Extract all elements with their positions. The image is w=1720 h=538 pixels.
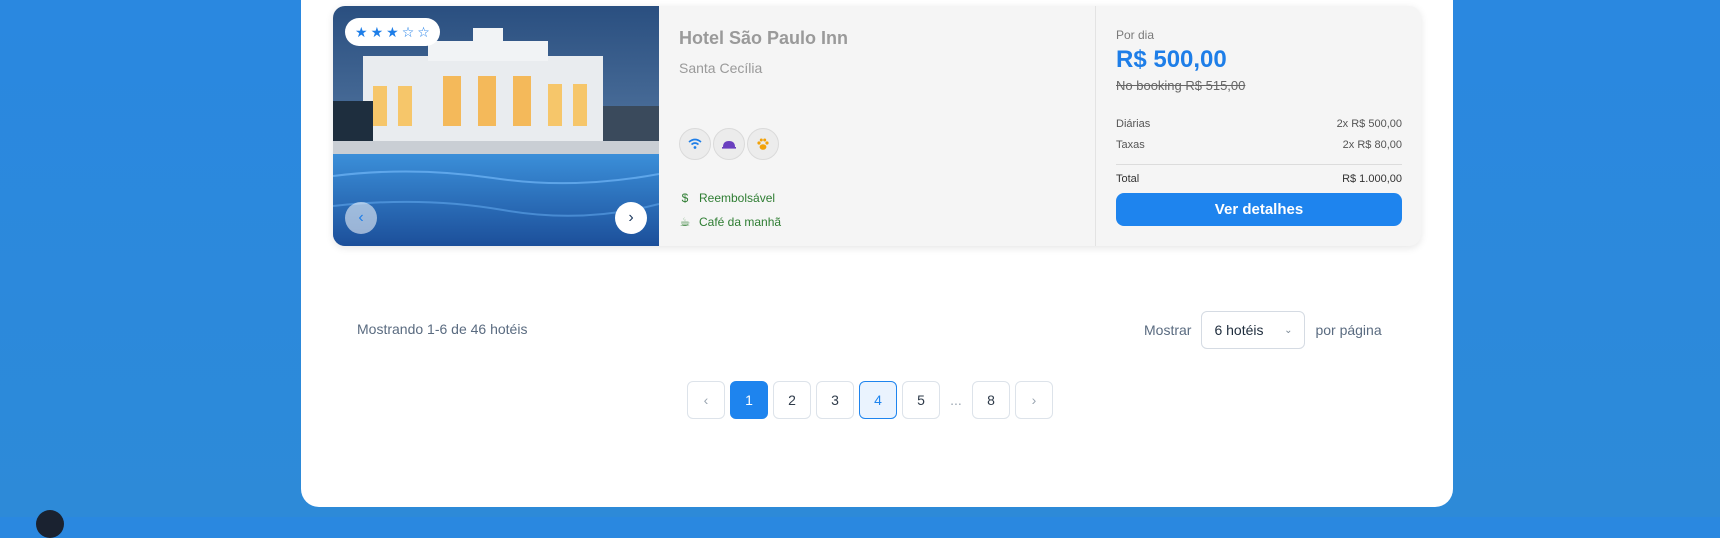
chevron-down-icon: ⌄ <box>1284 324 1293 336</box>
prev-page-button[interactable]: ‹ <box>687 381 725 419</box>
price-row: Diárias 2x R$ 500,00 <box>1116 118 1402 130</box>
per-page-control: Mostrar 6 hotéis ⌄ por página <box>1144 310 1382 350</box>
photo-prev-button[interactable]: ‹ <box>345 202 377 234</box>
page-button-1[interactable]: 1 <box>730 381 768 419</box>
page-button-5[interactable]: 5 <box>902 381 940 419</box>
booking-compare-price: No booking R$ 515,00 <box>1116 78 1246 93</box>
star-outline-icon: ☆ <box>401 23 415 40</box>
price-row-value: 2x R$ 500,00 <box>1336 118 1402 130</box>
feature-label: Café da manhã <box>699 215 782 229</box>
per-page-suffix: por página <box>1315 322 1382 338</box>
star-icon: ★ <box>355 23 368 40</box>
chevron-left-icon: ‹ <box>358 209 364 226</box>
wifi-icon <box>679 128 711 160</box>
page-button-2[interactable]: 2 <box>773 381 811 419</box>
chevron-right-icon: › <box>628 209 634 226</box>
pet-friendly-icon <box>747 128 779 160</box>
per-page-select[interactable]: 6 hotéis ⌄ <box>1201 311 1306 349</box>
room-service-icon <box>713 128 745 160</box>
feature-label: Reembolsável <box>699 191 776 205</box>
total-label: Total <box>1116 173 1140 185</box>
hotel-neighborhood: Santa Cecília <box>679 60 763 76</box>
results-summary: Mostrando 1-6 de 46 hotéis <box>357 321 528 337</box>
price-row-label: Taxas <box>1116 139 1145 151</box>
pagination-ellipsis: ... <box>950 392 962 408</box>
view-details-button[interactable]: Ver detalhes <box>1116 193 1402 226</box>
coffee-icon: ☕ <box>679 215 691 229</box>
show-label: Mostrar <box>1144 322 1192 338</box>
star-outline-icon: ☆ <box>417 23 430 40</box>
price-row-label: Diárias <box>1116 118 1151 130</box>
page-button-3[interactable]: 3 <box>816 381 854 419</box>
floating-avatar[interactable] <box>36 510 64 538</box>
hotel-name[interactable]: Hotel São Paulo Inn <box>679 28 848 49</box>
page-button-4[interactable]: 4 <box>859 381 897 419</box>
chevron-right-icon: › <box>1031 392 1037 408</box>
hotel-photo[interactable]: ★ ★ ★ ☆ ☆ ‹ › <box>333 6 659 246</box>
divider <box>1116 164 1402 165</box>
per-day-label: Por dia <box>1116 28 1155 42</box>
price-row-value: 2x R$ 80,00 <box>1342 139 1402 151</box>
feature-refundable: $ Reembolsável <box>679 191 775 205</box>
star-icon: ★ <box>370 23 384 40</box>
chevron-left-icon: ‹ <box>703 392 709 408</box>
total-value: R$ 1.000,00 <box>1342 173 1402 185</box>
price-row: Taxas 2x R$ 80,00 <box>1116 139 1402 151</box>
feature-breakfast: ☕ Café da manhã <box>679 215 781 229</box>
star-icon: ★ <box>386 23 399 40</box>
price-amount: R$ 500,00 <box>1116 46 1227 73</box>
per-page-value: 6 hotéis <box>1214 322 1264 338</box>
photo-next-button[interactable]: › <box>615 202 647 234</box>
price-panel: Por dia R$ 500,00 No booking R$ 515,00 D… <box>1095 6 1421 246</box>
next-page-button[interactable]: › <box>1015 381 1053 419</box>
star-rating: ★ ★ ★ ☆ ☆ <box>345 18 440 46</box>
hotel-card: ★ ★ ★ ☆ ☆ ‹ › Hotel São Paulo Inn Santa … <box>333 6 1421 246</box>
hotel-info: Hotel São Paulo Inn Santa Cecília $ Reem… <box>659 6 1095 246</box>
pagination: ‹ 1 2 3 4 5 ... 8 › <box>687 381 1053 419</box>
page-button-last[interactable]: 8 <box>972 381 1010 419</box>
dollar-icon: $ <box>681 191 689 205</box>
total-row: Total R$ 1.000,00 <box>1116 173 1402 185</box>
